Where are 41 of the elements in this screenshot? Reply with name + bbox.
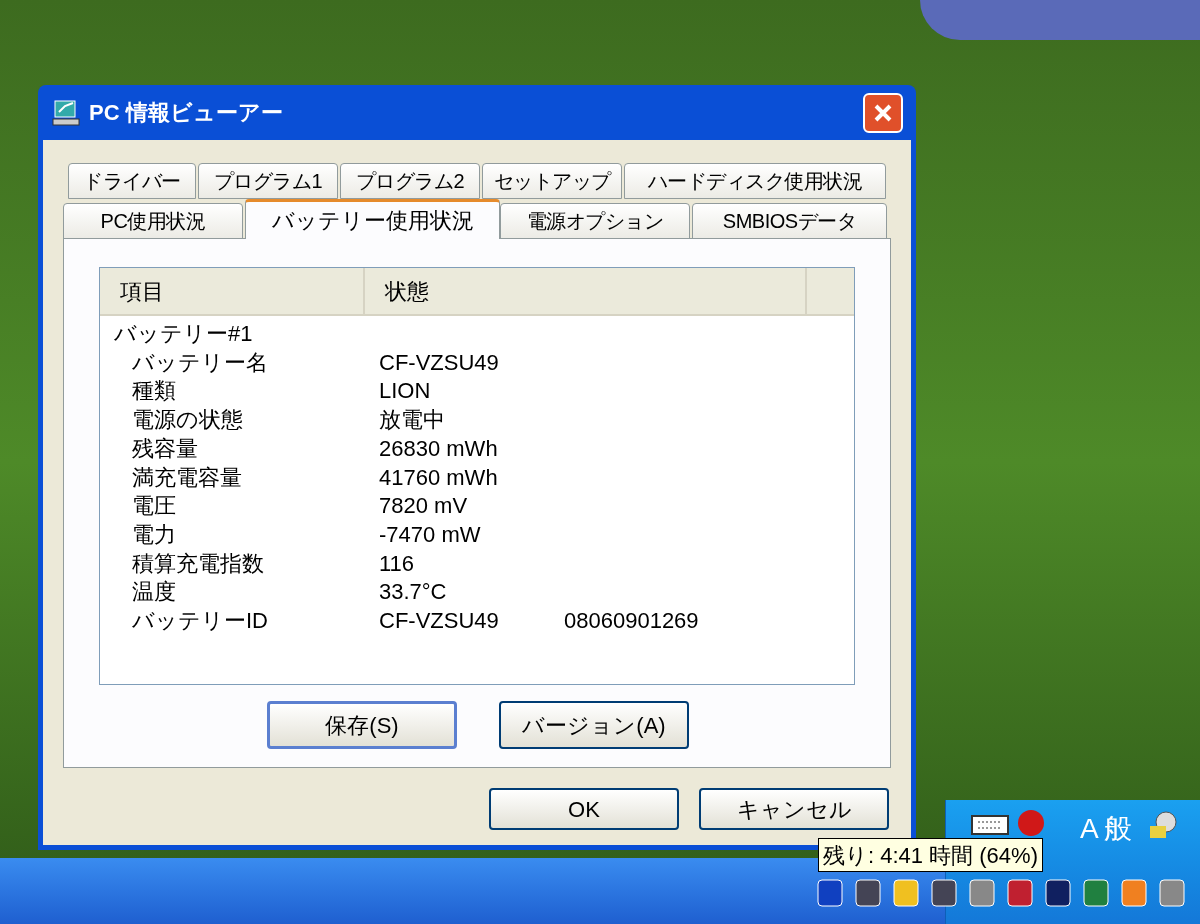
item-label: 電力 bbox=[132, 520, 177, 549]
item-label: 満充電容量 bbox=[132, 463, 243, 492]
tab[interactable]: プログラム1 bbox=[198, 163, 338, 199]
cancel-button[interactable]: キャンセル bbox=[699, 788, 889, 830]
item-value: 33.7°C bbox=[379, 578, 448, 607]
item-value: 116 bbox=[379, 549, 416, 578]
column-header[interactable]: 項目 bbox=[100, 268, 365, 314]
item-label: 残容量 bbox=[132, 434, 199, 463]
item-value: -7470 mW bbox=[379, 520, 482, 549]
save-button[interactable]: 保存(S) bbox=[267, 701, 457, 749]
tab[interactable]: ドライバー bbox=[68, 163, 196, 199]
item-label: バッテリー#1 bbox=[114, 320, 254, 348]
item-value: LION bbox=[379, 377, 432, 406]
item-label: 電圧 bbox=[132, 492, 177, 521]
tab[interactable]: バッテリー使用状況 bbox=[245, 199, 500, 239]
version-button[interactable]: バージョン(A) bbox=[499, 701, 689, 749]
item-label: 温度 bbox=[132, 578, 177, 607]
window-title: PC 情報ビューアー bbox=[89, 99, 284, 127]
item-value: CF-VZSU49 bbox=[379, 607, 500, 636]
item-label: バッテリーID bbox=[132, 607, 269, 636]
tooltip: 残り: 4:41 時間 (64%) bbox=[818, 838, 1043, 872]
tab[interactable]: セットアップ bbox=[482, 163, 622, 199]
item-value: 41760 mWh bbox=[379, 463, 499, 492]
close-button[interactable] bbox=[863, 92, 903, 133]
item-label: 積算充電指数 bbox=[132, 549, 265, 578]
ok-button[interactable]: OK bbox=[489, 788, 679, 830]
item-value: CF-VZSU49 bbox=[379, 348, 500, 377]
item-label: 種類 bbox=[132, 377, 177, 406]
tab[interactable]: PC使用状況 bbox=[63, 203, 243, 239]
item-value: 26830 mWh bbox=[379, 434, 499, 463]
column-header[interactable]: 状態 bbox=[365, 268, 807, 314]
tab[interactable]: ハードディスク使用状況 bbox=[624, 163, 886, 199]
tab[interactable]: SMBIOSデータ bbox=[692, 203, 887, 239]
item-label: バッテリー名 bbox=[132, 348, 269, 377]
computer-icon bbox=[51, 97, 81, 128]
tab[interactable]: 電源オプション bbox=[500, 203, 690, 239]
item-value: 7820 mV bbox=[379, 492, 469, 521]
item-value: 08060901269 bbox=[564, 607, 699, 636]
item-label: 電源の状態 bbox=[132, 406, 244, 435]
tab[interactable]: プログラム2 bbox=[340, 163, 480, 199]
item-value: 放電中 bbox=[379, 406, 446, 435]
